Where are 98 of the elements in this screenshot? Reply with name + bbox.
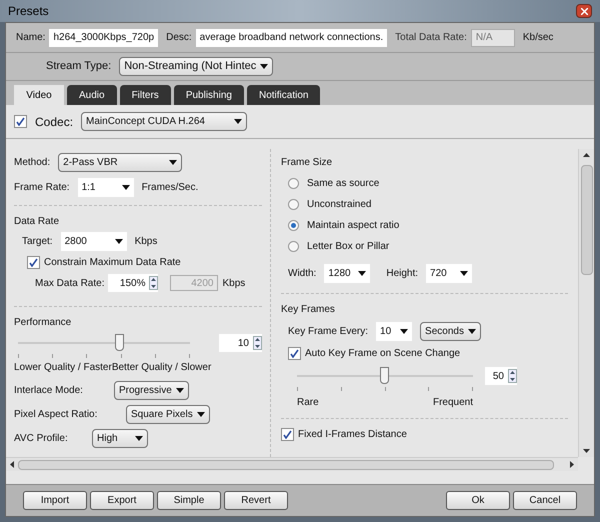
spin-field[interactable]: 50 — [485, 367, 517, 385]
dropdown[interactable]: Square Pixels — [126, 405, 210, 424]
checkbox[interactable] — [27, 256, 40, 269]
field-label: Interlace Mode: — [14, 384, 84, 398]
field-label: Total Data Rate: — [395, 31, 467, 45]
tab[interactable]: Filters — [120, 85, 171, 105]
caret-icon — [196, 412, 205, 417]
dialog-button[interactable]: Cancel — [513, 491, 577, 510]
caret-icon — [234, 119, 242, 124]
slider-label: Frequent — [432, 396, 473, 410]
radio-label: Letter Box or Pillar — [307, 240, 390, 254]
caret-icon — [460, 271, 468, 276]
field-label: Pixel Aspect Ratio: — [14, 408, 98, 422]
vertical-scrollbar[interactable] — [578, 149, 594, 457]
dropdown[interactable]: MainConcept CUDA H.264 — [81, 112, 248, 131]
dropdown[interactable]: 1:1 — [78, 178, 134, 197]
field-label: Height: — [386, 267, 418, 281]
spin-arrows-icon — [253, 336, 262, 350]
radio-label: Maintain aspect ratio — [307, 219, 400, 233]
scrollbar-thumb[interactable] — [580, 165, 592, 275]
close-button[interactable] — [576, 4, 592, 18]
dropdown[interactable]: 1280 — [324, 264, 370, 283]
caret-icon — [169, 160, 178, 165]
dropdown[interactable]: Non-Streaming (Not Hintec — [119, 57, 274, 76]
checkbox-label: Auto Key Frame on Scene Change — [305, 347, 460, 361]
checkbox-label: Fixed I-Frames Distance — [298, 428, 407, 442]
field-label: Max Data Rate: — [35, 276, 104, 290]
radio-button[interactable] — [288, 199, 299, 210]
unit-label: Kbps — [134, 235, 158, 249]
dialog-button[interactable]: Export — [90, 491, 154, 510]
dropdown[interactable]: 2800 — [60, 232, 127, 251]
field-label: AVC Profile: — [14, 432, 69, 446]
dialog-button[interactable]: Revert — [224, 491, 288, 510]
section-title: Performance — [14, 316, 72, 330]
field-label: Key Frame Every: — [288, 325, 368, 339]
dropdown[interactable]: Seconds — [420, 322, 481, 341]
name-field[interactable]: h264_3000Kbps_720p — [49, 28, 158, 46]
section-title: Key Frames — [281, 303, 336, 317]
field-label: Method: — [14, 156, 50, 170]
slider-thumb[interactable] — [380, 367, 389, 384]
unit-label: Kbps — [222, 276, 246, 290]
dialog-button[interactable]: Simple — [157, 491, 221, 510]
spin-arrows-icon — [149, 276, 158, 290]
caret-icon — [176, 388, 184, 393]
checkbox[interactable] — [14, 115, 27, 128]
dropdown[interactable]: 720 — [426, 264, 472, 283]
slider-label: Lower Quality / Faster — [14, 361, 112, 375]
dialog-button[interactable]: Ok — [446, 491, 510, 510]
scroll-up-icon — [583, 153, 590, 157]
field-label: Width: — [288, 267, 316, 281]
spin-arrows-icon — [508, 369, 517, 383]
dropdown[interactable]: High — [92, 429, 148, 448]
caret-icon — [135, 436, 143, 441]
caret-icon — [468, 329, 476, 334]
slider-thumb[interactable] — [115, 334, 124, 351]
computed-rate-field: 4200 — [170, 275, 218, 291]
field-label: Stream Type: — [46, 59, 112, 74]
scroll-right-icon — [570, 461, 574, 468]
description-field[interactable]: average broadband network connections. — [196, 28, 388, 46]
close-icon — [580, 8, 588, 14]
section-title: Frame Size — [281, 156, 334, 170]
section-title: Data Rate — [14, 215, 60, 229]
field-label: Frame Rate: — [14, 181, 70, 195]
dialog-button[interactable]: Import — [23, 491, 87, 510]
dropdown[interactable]: Progressive — [114, 381, 189, 400]
slider-label: Rare — [297, 396, 319, 410]
window-title: Presets — [8, 3, 49, 20]
radio-label: Unconstrained — [307, 198, 372, 212]
radio-button[interactable] — [288, 241, 299, 252]
field-label: Target: — [22, 235, 53, 249]
radio-label: Same as source — [307, 177, 380, 191]
caret-icon — [358, 271, 366, 276]
caret-icon — [260, 64, 268, 69]
checkbox[interactable] — [288, 347, 301, 360]
slider-label: Better Quality / Slower — [112, 361, 212, 375]
tab[interactable]: Notification — [246, 85, 320, 105]
field-label: Codec: — [35, 114, 74, 130]
caret-icon — [122, 185, 130, 190]
radio-button[interactable] — [288, 220, 299, 231]
field-label: Name: — [16, 31, 46, 45]
checkbox-label: Constrain Maximum Data Rate — [44, 256, 181, 270]
scrollbar-thumb[interactable] — [18, 460, 554, 470]
caret-icon — [400, 329, 408, 334]
dropdown[interactable]: 2-Pass VBR — [58, 153, 182, 172]
tab[interactable]: Publishing — [174, 85, 244, 105]
caret-icon — [114, 239, 123, 244]
scroll-left-icon — [10, 461, 14, 468]
unit-label: Frames/Sec. — [142, 181, 198, 195]
tab[interactable]: Audio — [67, 85, 117, 105]
horizontal-scrollbar[interactable] — [6, 457, 578, 471]
unit-label: Kb/sec — [522, 31, 554, 45]
checkbox[interactable] — [281, 428, 294, 441]
tab[interactable]: Video — [14, 85, 64, 105]
spin-field[interactable]: 10 — [219, 334, 262, 352]
field-label: Desc: — [166, 31, 192, 45]
radio-button[interactable] — [288, 178, 299, 189]
scroll-down-icon — [583, 449, 590, 453]
dropdown[interactable]: 10 — [376, 322, 412, 341]
